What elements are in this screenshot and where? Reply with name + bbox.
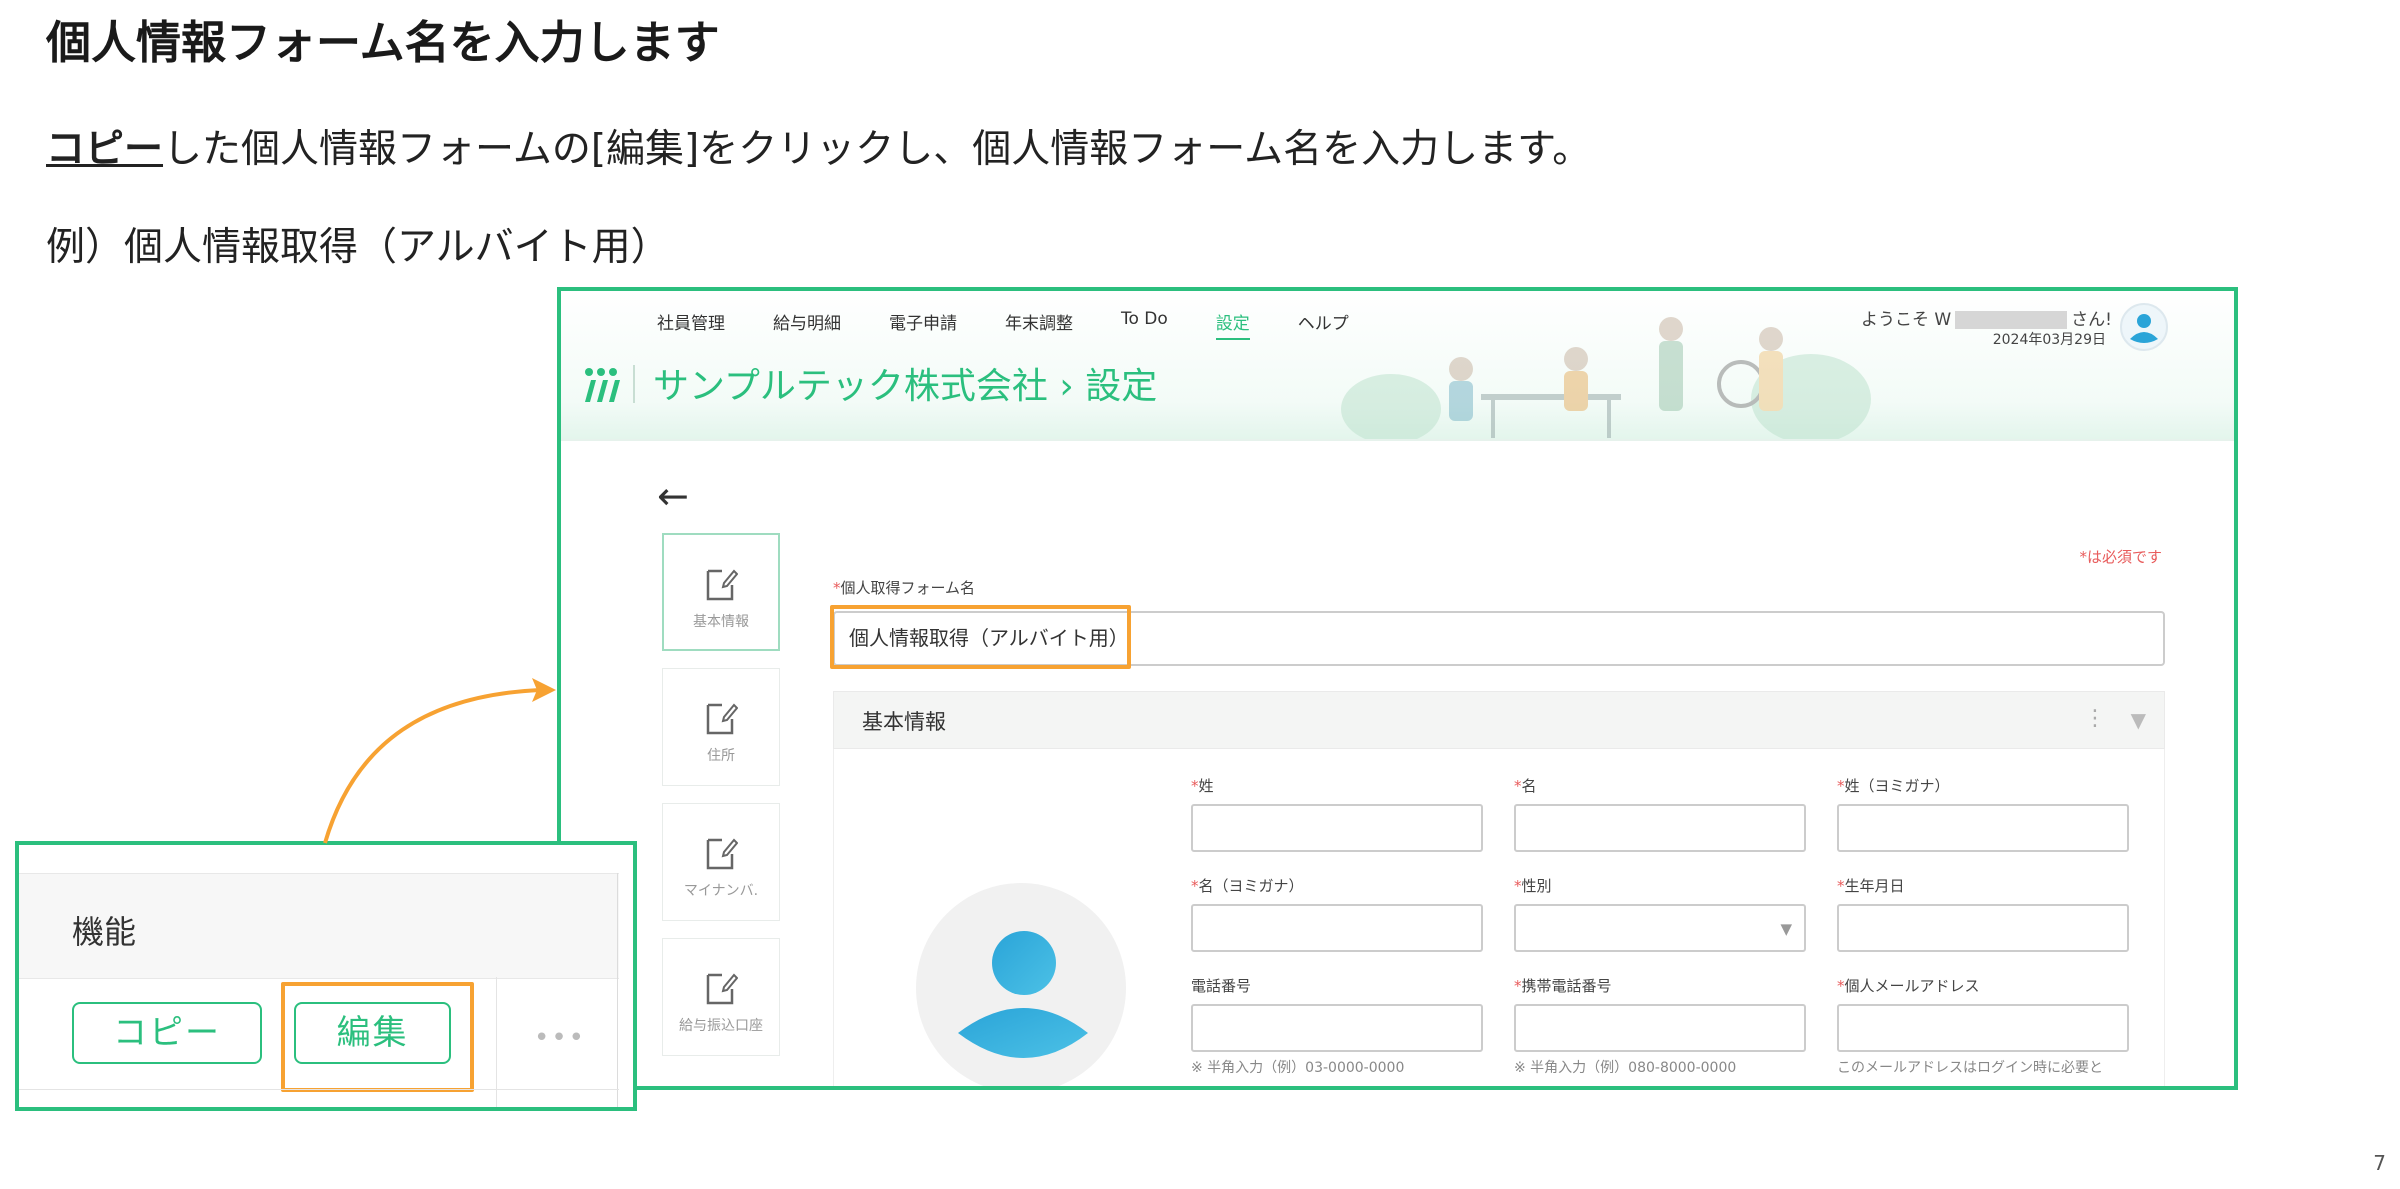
brand-logo-icon bbox=[585, 368, 620, 402]
edit-note-icon bbox=[706, 973, 738, 1005]
mobile-hint: ※ 半角入力（例）080-8000-0000 bbox=[1514, 1060, 1737, 1076]
nav-e-application[interactable]: 電子申請 bbox=[889, 309, 957, 340]
last-name-kana-input[interactable] bbox=[1837, 804, 2129, 852]
inset-cell-divider bbox=[496, 977, 497, 1107]
nav-todo[interactable]: To Do bbox=[1121, 309, 1168, 340]
edit-button[interactable]: 編集 bbox=[294, 1002, 451, 1064]
field-label-mobile: *携帯電話番号 bbox=[1514, 977, 1612, 995]
profile-photo-placeholder[interactable] bbox=[916, 883, 1126, 1086]
function-column-header: 機能 bbox=[72, 913, 137, 951]
instruction-rest: した個人情報フォームの[編集]をクリックし、個人情報フォーム名を入力します。 bbox=[163, 127, 1592, 172]
side-tab-address[interactable]: 住所 bbox=[662, 668, 780, 786]
side-tab-basic-info[interactable]: 基本情報 bbox=[662, 533, 780, 651]
app-header: 社員管理 給与明細 電子申請 年末調整 To Do 設定 ヘルプ サンプルテック… bbox=[561, 291, 2234, 441]
last-name-input[interactable] bbox=[1191, 804, 1483, 852]
field-label-first-name-kana: *名（ヨミガナ） bbox=[1191, 877, 1304, 895]
phone-hint: ※ 半角入力（例）03-0000-0000 bbox=[1191, 1060, 1405, 1076]
side-tab-my-number[interactable]: マイナンバ. bbox=[662, 803, 780, 921]
slide-title: 個人情報フォーム名を入力します bbox=[46, 16, 720, 69]
company-title: サンプルテック株式会社 › 設定 bbox=[653, 366, 1158, 407]
edit-note-icon bbox=[706, 703, 738, 735]
inset-column-divider bbox=[617, 873, 618, 1107]
page-number: 7 bbox=[2373, 1151, 2386, 1175]
current-date: 2024年03月29日 bbox=[1992, 332, 2106, 348]
collapse-triangle-icon[interactable]: ▼ bbox=[2131, 708, 2146, 732]
first-name-input[interactable] bbox=[1514, 804, 1806, 852]
mobile-input[interactable] bbox=[1514, 1004, 1806, 1052]
function-column-inset: 機能 コピー 編集 ••• bbox=[15, 841, 637, 1111]
instruction-text: コピーした個人情報フォームの[編集]をクリックし、個人情報フォーム名を入力します… bbox=[46, 118, 1591, 174]
birthdate-input[interactable] bbox=[1837, 904, 2129, 952]
copy-link-text: コピー bbox=[46, 127, 164, 172]
header-illustration bbox=[1341, 317, 1871, 439]
dropdown-arrow-icon: ▼ bbox=[1780, 920, 1792, 938]
copy-button[interactable]: コピー bbox=[72, 1002, 262, 1064]
welcome-text: ようこそ W さん! bbox=[1860, 310, 2112, 330]
field-label-last-name-kana: *姓（ヨミガナ） bbox=[1837, 777, 1950, 795]
section-title: 基本情報 bbox=[862, 710, 946, 734]
redacted-name bbox=[1955, 311, 2068, 329]
field-label-gender: *性別 bbox=[1514, 877, 1552, 895]
nav-settings[interactable]: 設定 bbox=[1215, 309, 1250, 340]
main-nav: 社員管理 給与明細 電子申請 年末調整 To Do 設定 ヘルプ bbox=[657, 309, 1397, 340]
gender-select[interactable]: ▼ bbox=[1514, 904, 1806, 952]
basic-info-section-header: 基本情報 ⋮ ▼ bbox=[833, 691, 2165, 749]
first-name-kana-input[interactable] bbox=[1191, 904, 1483, 952]
inset-row-divider bbox=[19, 1089, 619, 1090]
field-label-email: *個人メールアドレス bbox=[1837, 977, 1980, 995]
email-hint: このメールアドレスはログイン時に必要と bbox=[1837, 1060, 2103, 1076]
nav-payslip[interactable]: 給与明細 bbox=[773, 309, 841, 340]
nav-year-end[interactable]: 年末調整 bbox=[1005, 309, 1073, 340]
user-avatar-icon[interactable] bbox=[2120, 303, 2168, 351]
logo-separator bbox=[633, 365, 635, 403]
field-label-phone: 電話番号 bbox=[1191, 977, 1252, 995]
more-options-icon[interactable]: ••• bbox=[534, 1023, 586, 1053]
field-label-last-name: *姓 bbox=[1191, 777, 1214, 795]
example-text: 例）個人情報取得（アルバイト用） bbox=[46, 225, 670, 270]
edit-note-icon bbox=[706, 569, 738, 601]
required-note: *は必須です bbox=[2079, 548, 2162, 566]
email-input[interactable] bbox=[1837, 1004, 2129, 1052]
form-name-label: *個人取得フォーム名 bbox=[833, 579, 976, 597]
more-vertical-icon[interactable]: ⋮ bbox=[2084, 706, 2106, 731]
nav-employee[interactable]: 社員管理 bbox=[657, 309, 725, 340]
nav-help[interactable]: ヘルプ bbox=[1298, 309, 1349, 340]
field-label-first-name: *名 bbox=[1514, 777, 1537, 795]
field-label-birthdate: *生年月日 bbox=[1837, 877, 1905, 895]
side-tab-bank-account[interactable]: 給与振込口座 bbox=[662, 938, 780, 1056]
back-arrow-icon[interactable]: ← bbox=[657, 474, 689, 518]
settings-screenshot: 社員管理 給与明細 電子申請 年末調整 To Do 設定 ヘルプ サンプルテック… bbox=[557, 287, 2238, 1090]
form-name-input[interactable]: 個人情報取得（アルバイト用） bbox=[833, 611, 2165, 666]
edit-note-icon bbox=[706, 838, 738, 870]
phone-input[interactable] bbox=[1191, 1004, 1483, 1052]
